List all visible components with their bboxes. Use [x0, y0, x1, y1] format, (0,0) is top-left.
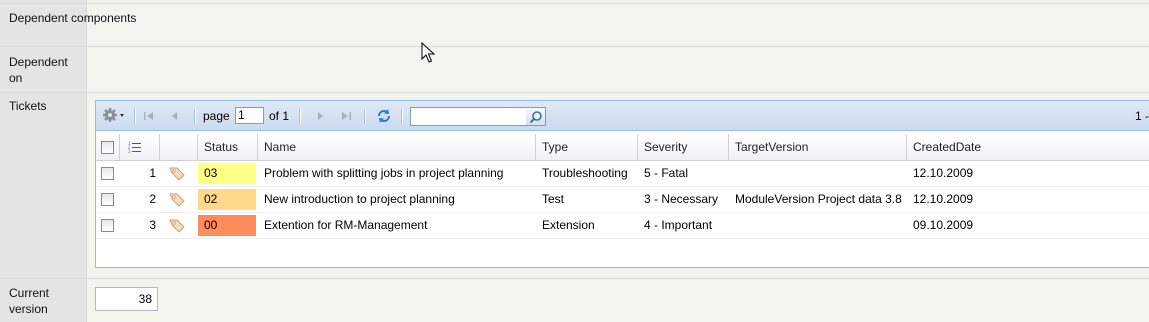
next-page-icon	[318, 112, 323, 120]
column-header-status[interactable]: Status	[198, 134, 258, 160]
ticket-name[interactable]: Extention for RM-Management	[258, 213, 536, 238]
refresh-button[interactable]	[374, 101, 394, 131]
row-number: 2	[149, 192, 156, 206]
ticket-type: Test	[542, 192, 565, 206]
tag-header[interactable]	[160, 134, 198, 160]
column-divider	[86, 0, 87, 322]
row-checkbox[interactable]	[101, 167, 114, 180]
toolbar-separator	[364, 109, 366, 124]
svg-text:3: 3	[128, 149, 131, 154]
ticket-created-date: 12.10.2009	[913, 166, 974, 180]
status-cell: 03	[198, 161, 258, 186]
ticket-created-date: 12.10.2009	[913, 192, 974, 206]
toolbar-separator	[134, 109, 136, 124]
tickets-grid: page 1 of 1 1 - 1 2 3 Status Name Type S…	[95, 100, 1149, 268]
column-header-created-date[interactable]: CreatedDate	[907, 134, 1149, 160]
row-number-header[interactable]: 1 2 3	[120, 134, 160, 160]
ticket-name[interactable]: Problem with splitting jobs in project p…	[258, 161, 536, 186]
ticket-severity: 5 - Fatal	[644, 166, 689, 180]
ticket-created-date: 09.10.2009	[913, 218, 974, 232]
mouse-cursor-icon	[421, 41, 436, 67]
gear-menu-button[interactable]	[102, 101, 128, 131]
row-number: 1	[149, 166, 156, 180]
divider	[0, 46, 1149, 47]
last-page-icon	[342, 112, 351, 120]
select-all-checkbox[interactable]	[101, 141, 114, 154]
row-checkbox[interactable]	[101, 193, 114, 206]
status-cell: 02	[198, 187, 258, 212]
last-page-button[interactable]	[337, 101, 355, 131]
column-header-severity[interactable]: Severity	[638, 134, 729, 160]
page-label: page	[203, 109, 230, 123]
search-input[interactable]	[410, 107, 528, 126]
ticket-severity: 4 - Important	[644, 218, 713, 232]
ticket-type: Extension	[542, 218, 595, 232]
divider	[0, 278, 1149, 279]
ticket-severity: 3 - Necessary	[644, 192, 719, 206]
divider	[0, 3, 1149, 4]
page-count-label: of 1	[269, 109, 290, 123]
ticket-type: Troubleshooting	[542, 166, 628, 180]
tag-icon[interactable]	[168, 165, 186, 184]
label-dependent-components: Dependent components	[9, 11, 137, 25]
divider	[0, 92, 1149, 93]
gear-icon	[102, 107, 126, 126]
refresh-icon	[378, 109, 390, 123]
table-row[interactable]: 1 03 Problem with splitting jobs in projec…	[96, 161, 1149, 187]
table-row[interactable]: 2 02 New introduction to project planning T…	[96, 187, 1149, 213]
first-page-icon	[144, 112, 153, 120]
prev-page-button[interactable]	[166, 101, 184, 131]
ticket-target-version	[729, 161, 907, 186]
search-button[interactable]	[526, 107, 546, 126]
prev-page-icon	[172, 112, 177, 120]
label-dependent-on: Dependent on	[9, 55, 68, 85]
table-row[interactable]: 3 00 Extention for RM-Management Extension 4…	[96, 213, 1149, 239]
status-badge: 02	[198, 189, 256, 210]
row-checkbox[interactable]	[101, 219, 114, 232]
toolbar-separator	[299, 109, 301, 124]
select-all-cell	[96, 134, 120, 160]
label-column	[0, 0, 86, 322]
current-version-field[interactable]: 38	[95, 287, 158, 311]
label-tickets: Tickets	[9, 99, 47, 113]
column-header-target-version[interactable]: TargetVersion	[729, 134, 907, 160]
ticket-target-version	[729, 213, 907, 238]
column-header-type[interactable]: Type	[536, 134, 638, 160]
first-page-button[interactable]	[140, 101, 158, 131]
row-number: 3	[149, 218, 156, 232]
numbered-list-icon: 1 2 3	[128, 141, 141, 154]
tag-icon[interactable]	[168, 191, 186, 210]
toolbar-separator	[401, 109, 403, 124]
paging-info: 1 -	[1134, 109, 1149, 123]
page-number-input[interactable]: 1	[235, 107, 264, 124]
status-badge: 03	[198, 163, 256, 184]
status-badge: 00	[198, 215, 256, 236]
grid-toolbar: page 1 of 1 1 -	[96, 101, 1149, 131]
ticket-name[interactable]: New introduction to project planning	[258, 187, 536, 212]
next-page-button[interactable]	[311, 101, 329, 131]
ticket-target-version: ModuleVersion Project data 3.8	[735, 192, 902, 206]
toolbar-separator	[194, 109, 196, 124]
search-icon	[529, 110, 542, 123]
tag-icon[interactable]	[168, 217, 186, 236]
grid-header: 1 2 3 Status Name Type Severity TargetVe…	[96, 134, 1149, 161]
status-cell: 00	[198, 213, 258, 238]
label-current-version: Current version	[9, 286, 50, 316]
column-header-name[interactable]: Name	[258, 134, 536, 160]
